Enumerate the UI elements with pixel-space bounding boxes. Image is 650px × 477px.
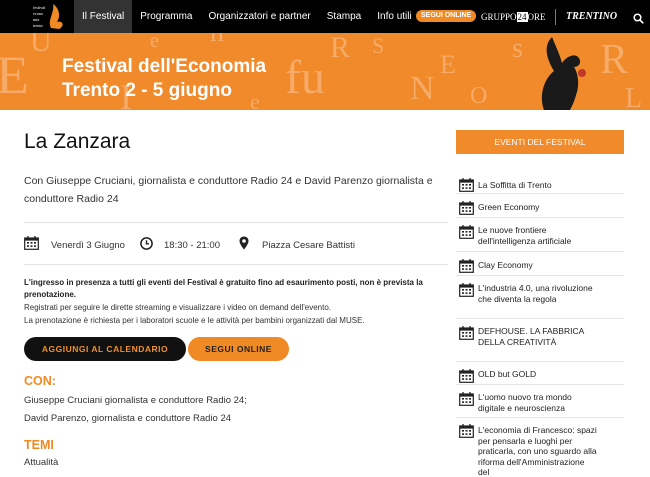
sidebar-event-item[interactable]: OLD but GOLD bbox=[456, 362, 624, 385]
calendar-icon bbox=[459, 201, 474, 215]
event-place: Piazza Cesare Battisti bbox=[262, 240, 355, 251]
sidebar-event-label: Green Economy bbox=[478, 202, 540, 212]
hero-title: Festival dell'Economia Trento 2 - 5 giug… bbox=[62, 55, 266, 103]
festival-logo[interactable]: festival econo mia trento bbox=[33, 2, 69, 31]
svg-text:s: s bbox=[512, 33, 523, 64]
calendar-icon bbox=[459, 326, 474, 340]
trentino-logo[interactable]: TRENTINO bbox=[566, 11, 617, 22]
sidebar-event-label: La Soffitta di Trento bbox=[478, 180, 552, 190]
gruppo-24-ore-suffix: ORE bbox=[527, 12, 546, 22]
svg-text:U: U bbox=[30, 33, 52, 58]
booking-info: La prenotazione è richiesta per i labora… bbox=[24, 316, 365, 325]
svg-text:N: N bbox=[410, 70, 435, 107]
sidebar-heading: EVENTI DEL FESTIVAL bbox=[456, 130, 624, 154]
event-description: Con Giuseppe Cruciani, giornalista e con… bbox=[24, 175, 433, 205]
calendar-icon bbox=[459, 369, 474, 383]
sidebar-event-label: L'industria 4.0, una rivoluzione che div… bbox=[478, 283, 593, 304]
top-nav: festival econo mia trento Il Festival Pr… bbox=[0, 0, 650, 33]
svg-text:E: E bbox=[440, 50, 456, 79]
calendar-icon bbox=[459, 392, 474, 406]
svg-text:fu: fu bbox=[285, 51, 325, 104]
segui-online-nav-button[interactable]: SEGUI ONLINE bbox=[416, 10, 477, 22]
sidebar-event-label: L'economia di Francesco: spazi per pensa… bbox=[478, 425, 597, 477]
calendar-icon bbox=[459, 178, 474, 192]
squirrel-illustration bbox=[541, 37, 586, 110]
svg-text:O: O bbox=[470, 83, 487, 109]
streaming-info: Registrati per seguire le dirette stream… bbox=[24, 303, 332, 312]
sidebar-event-item[interactable]: L'uomo nuovo tra mondo digitale e neuros… bbox=[456, 385, 624, 418]
sidebar-event-item[interactable]: L'industria 4.0, una rivoluzione che div… bbox=[456, 276, 624, 319]
svg-text:R: R bbox=[330, 33, 350, 64]
event-time: 18:30 - 21:00 bbox=[164, 240, 220, 251]
svg-text:n: n bbox=[210, 33, 224, 48]
gruppo-24-ore-text: GRUPPO bbox=[481, 12, 517, 22]
sidebar-event-label: DEFHOUSE. LA FABBRICA DELLA CREATIVITÀ bbox=[478, 326, 584, 347]
tema-value[interactable]: Attualità bbox=[24, 457, 58, 468]
guest-item: Giuseppe Cruciani giornalista e condutto… bbox=[24, 395, 247, 406]
sidebar-event-item[interactable]: La Soffitta di Trento bbox=[456, 170, 624, 194]
main-menu: Il Festival Programma Organizzatori e pa… bbox=[74, 0, 447, 33]
hero-title-line2: Trento 2 - 5 giugno bbox=[62, 80, 232, 101]
calendar-icon bbox=[459, 225, 474, 239]
svg-text:E: E bbox=[0, 45, 29, 105]
sidebar-event-item[interactable]: Clay Economy bbox=[456, 252, 624, 276]
nav-item-organizzatori[interactable]: Organizzatori e partner bbox=[200, 0, 318, 33]
hero-title-line1: Festival dell'Economia bbox=[62, 56, 267, 77]
calendar-icon bbox=[24, 236, 39, 255]
nav-item-il-festival[interactable]: Il Festival bbox=[74, 0, 133, 33]
nav-item-stampa[interactable]: Stampa bbox=[319, 0, 369, 33]
hero-banner: U E I n fu R S N E O s R L e e Festival … bbox=[0, 33, 650, 110]
clock-icon bbox=[140, 237, 153, 255]
divider bbox=[24, 222, 448, 223]
guest-item: David Parenzo, giornalista e conduttore … bbox=[24, 413, 232, 424]
add-to-calendar-button[interactable]: AGGIUNGI AL CALENDARIO bbox=[24, 337, 186, 361]
sidebar-event-label: Le nuove frontiere dell'intelligenza art… bbox=[478, 225, 572, 246]
sidebar-event-label: OLD but GOLD bbox=[478, 369, 537, 379]
svg-text:econo: econo bbox=[33, 11, 43, 16]
festival-events-list: La Soffitta di Trento Green Economy Le n… bbox=[456, 170, 624, 477]
nav-divider bbox=[555, 9, 556, 25]
svg-text:mia: mia bbox=[33, 17, 39, 22]
entry-info-bold: L'ingresso in presenza a tutti gli event… bbox=[24, 278, 423, 299]
svg-text:trento: trento bbox=[33, 23, 43, 28]
calendar-icon bbox=[459, 424, 474, 438]
sidebar-event-item[interactable]: L'economia di Francesco: spazi per pensa… bbox=[456, 418, 624, 477]
svg-text:e: e bbox=[150, 33, 159, 52]
nav-item-programma[interactable]: Programma bbox=[132, 0, 200, 33]
sidebar-event-item[interactable]: Green Economy bbox=[456, 194, 624, 218]
nav-item-info-utili[interactable]: Info utili bbox=[369, 0, 419, 33]
search-icon[interactable] bbox=[633, 11, 644, 24]
svg-text:L: L bbox=[625, 83, 642, 110]
segui-online-button[interactable]: SEGUI ONLINE bbox=[188, 337, 289, 361]
calendar-icon bbox=[459, 283, 474, 297]
svg-text:festival: festival bbox=[33, 5, 46, 10]
temi-heading: TEMI bbox=[24, 438, 54, 452]
divider bbox=[24, 264, 448, 265]
event-title: La Zanzara bbox=[24, 130, 131, 153]
sidebar-event-label: Clay Economy bbox=[478, 260, 533, 270]
sidebar-event-label: L'uomo nuovo tra mondo digitale e neuros… bbox=[478, 392, 572, 413]
svg-text:S: S bbox=[372, 33, 384, 58]
event-date: Venerdì 3 Giugno bbox=[51, 240, 125, 251]
sidebar-event-item[interactable]: DEFHOUSE. LA FABBRICA DELLA CREATIVITÀ bbox=[456, 319, 624, 362]
con-heading: CON: bbox=[24, 374, 56, 388]
calendar-icon bbox=[459, 259, 474, 273]
sidebar-event-item[interactable]: Le nuove frontiere dell'intelligenza art… bbox=[456, 218, 624, 252]
gruppo-24-ore-box: 24 bbox=[516, 12, 528, 22]
map-pin-icon bbox=[239, 236, 249, 255]
gruppo-24-ore-logo[interactable]: GRUPPO24ORE bbox=[481, 12, 546, 22]
svg-text:R: R bbox=[600, 37, 628, 83]
